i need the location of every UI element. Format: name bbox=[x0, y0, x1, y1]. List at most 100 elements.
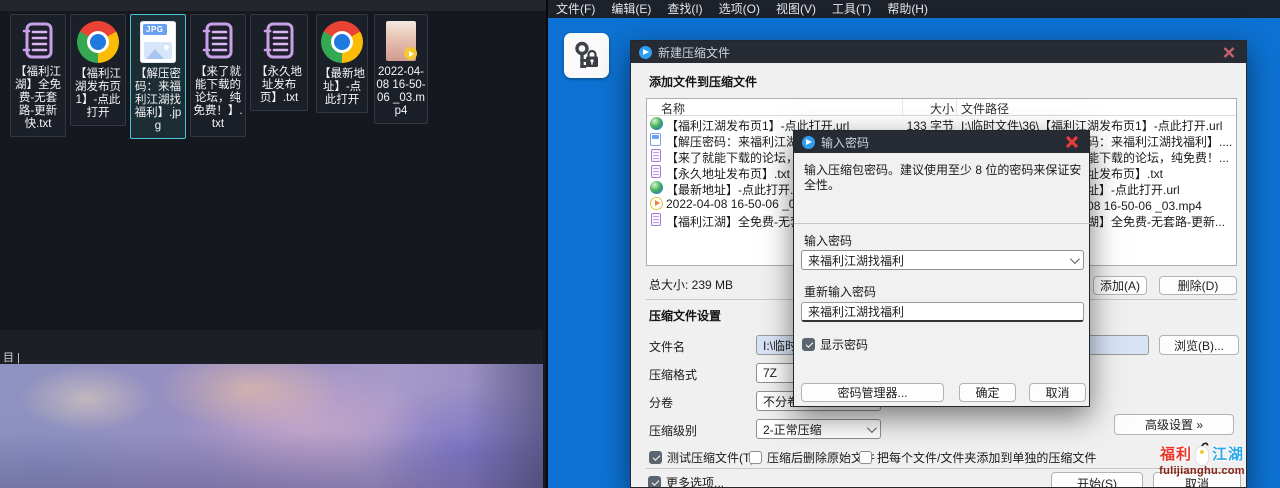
jpg-file-icon bbox=[650, 133, 661, 146]
desktop-background: 【福利江湖】全免费-无套路-更新快.txt【福利江湖发布页1】-点此打开JPG【… bbox=[0, 0, 546, 488]
url-file-icon bbox=[650, 117, 663, 130]
close-icon[interactable] bbox=[1063, 134, 1081, 150]
password-manager-button[interactable]: 密码管理器... bbox=[801, 383, 944, 402]
option-checkbox[interactable]: 压缩后删除原始文件 bbox=[749, 449, 875, 466]
screen: 【福利江湖】全免费-无套路-更新快.txt【福利江湖发布页1】-点此打开JPG【… bbox=[0, 0, 1280, 488]
option-checkbox-label: 把每个文件/文件夹添加到单独的压缩文件 bbox=[877, 449, 1096, 466]
desktop-top-strip bbox=[0, 0, 546, 11]
combobox-value: 7Z bbox=[763, 366, 777, 380]
menu-item[interactable]: 视图(V) bbox=[768, 0, 824, 18]
desktop-icon-label: 【最新地址】-点此打开 bbox=[318, 68, 366, 107]
desktop-icon-label: 【永久地址发布页】.txt bbox=[252, 66, 306, 105]
chrome-icon bbox=[77, 21, 119, 63]
menu-item[interactable]: 选项(O) bbox=[711, 0, 768, 18]
option-checkbox[interactable]: 把每个文件/文件夹添加到单独的压缩文件 bbox=[859, 449, 1096, 466]
password-key-icon[interactable] bbox=[564, 33, 609, 78]
column-separator[interactable] bbox=[902, 99, 903, 115]
desktop-icon[interactable]: 【永久地址发布页】.txt bbox=[250, 14, 308, 111]
desktop-icon[interactable]: 【来了就能下载的论坛，纯免费！】.txt bbox=[190, 14, 246, 137]
more-options-checkbox[interactable]: 更多选项... bbox=[648, 474, 724, 488]
add-button[interactable]: 添加(A) bbox=[1093, 276, 1147, 295]
password-cancel-button[interactable]: 取消 bbox=[1029, 383, 1086, 402]
media-player-title: 目 | bbox=[3, 349, 20, 365]
column-size[interactable]: 大小 bbox=[906, 100, 954, 117]
column-separator[interactable] bbox=[956, 99, 957, 115]
field-label: 压缩格式 bbox=[649, 366, 697, 383]
menu-item[interactable]: 查找(I) bbox=[659, 0, 710, 18]
password-combobox[interactable]: 来福利江湖找福利 bbox=[801, 250, 1084, 270]
password-hint-text: 输入压缩包密码。建议使用至少 8 位的密码来保证安全性。 bbox=[804, 163, 1084, 193]
menu-item[interactable]: 编辑(E) bbox=[603, 0, 659, 18]
url-file-icon bbox=[650, 181, 663, 194]
combobox-value: 2-正常压缩 bbox=[763, 421, 822, 438]
option-checkbox-label: 测试压缩文件(T) bbox=[667, 449, 754, 466]
video-thumbnail bbox=[386, 21, 416, 61]
jpg-badge-label: JPG bbox=[143, 24, 167, 35]
dialog-title: 新建压缩文件 bbox=[658, 44, 730, 61]
desktop-icon-label: 【福利江湖】全免费-无套路-更新快.txt bbox=[12, 66, 64, 131]
enter-password-titlebar[interactable]: 输入密码 bbox=[794, 131, 1089, 153]
site-watermark: 福利 江湖 fulijianghu.com bbox=[1152, 440, 1252, 477]
reenter-password-input[interactable] bbox=[801, 302, 1084, 322]
file-list-header[interactable]: 名称 大小 文件路径 bbox=[647, 99, 1236, 116]
jpg-file-icon: JPG bbox=[140, 21, 176, 63]
checkbox-unchecked-icon[interactable] bbox=[859, 451, 872, 464]
delete-button[interactable]: 删除(D) bbox=[1159, 276, 1237, 295]
field-combobox[interactable]: 2-正常压缩 bbox=[756, 419, 881, 439]
dialog-title: 输入密码 bbox=[821, 134, 869, 151]
close-icon[interactable] bbox=[1220, 44, 1238, 60]
key-lock-icon bbox=[572, 40, 602, 72]
text-file-icon bbox=[260, 21, 298, 61]
checkbox-checked-icon[interactable] bbox=[802, 338, 815, 351]
add-files-section-label: 添加文件到压缩文件 bbox=[649, 73, 757, 90]
option-checkbox[interactable]: 测试压缩文件(T) bbox=[649, 449, 754, 466]
mouse-icon bbox=[1192, 440, 1212, 467]
text-file-icon bbox=[199, 21, 237, 61]
menu-item[interactable]: 工具(T) bbox=[824, 0, 879, 18]
menu-item[interactable]: 帮助(H) bbox=[879, 0, 936, 18]
chevron-down-icon[interactable] bbox=[867, 423, 877, 433]
desktop-icon[interactable]: 【福利江湖发布页1】-点此打开 bbox=[70, 14, 126, 126]
desktop-icon[interactable]: 2022-04-08 16-50-06 _03.mp4 bbox=[374, 14, 428, 124]
watermark-domain: fulijianghu.com bbox=[1152, 465, 1252, 477]
desktop-icon-label: 2022-04-08 16-50-06 _03.mp4 bbox=[376, 66, 426, 118]
menu-bar: 文件(F)编辑(E)查找(I)选项(O)视图(V)工具(T)帮助(H) bbox=[548, 0, 1280, 18]
play-icon bbox=[404, 47, 417, 60]
start-button[interactable]: 开始(S) bbox=[1051, 472, 1143, 488]
archive-settings-section-label: 压缩文件设置 bbox=[649, 307, 721, 324]
column-path[interactable]: 文件路径 bbox=[961, 100, 1009, 117]
advanced-settings-button[interactable]: 高级设置 » bbox=[1114, 414, 1234, 435]
watermark-brand-right: 江湖 bbox=[1212, 443, 1244, 464]
new-archive-titlebar[interactable]: 新建压缩文件 bbox=[631, 41, 1246, 63]
divider bbox=[794, 223, 1091, 224]
column-name[interactable]: 名称 bbox=[661, 100, 685, 117]
ok-button[interactable]: 确定 bbox=[959, 383, 1016, 402]
video-preview[interactable] bbox=[0, 364, 543, 488]
checkbox-unchecked-icon[interactable] bbox=[749, 451, 762, 464]
text-file-icon bbox=[19, 21, 57, 61]
checkbox-checked-icon[interactable] bbox=[649, 451, 662, 464]
desktop-icon[interactable]: 【福利江湖】全免费-无套路-更新快.txt bbox=[10, 14, 66, 137]
desktop-icon[interactable]: JPG【解压密码：来福利江湖找福利】.jpg bbox=[130, 14, 186, 139]
desktop-icon[interactable]: 【最新地址】-点此打开 bbox=[316, 14, 368, 113]
divider bbox=[646, 468, 1237, 469]
browse-button[interactable]: 浏览(B)... bbox=[1159, 335, 1239, 355]
field-label: 分卷 bbox=[649, 394, 673, 411]
field-label: 文件名 bbox=[649, 338, 685, 355]
txt-file-icon bbox=[651, 213, 661, 226]
password-value: 来福利江湖找福利 bbox=[808, 252, 904, 269]
show-password-label: 显示密码 bbox=[820, 336, 868, 353]
desktop-icon-label: 【福利江湖发布页1】-点此打开 bbox=[72, 68, 124, 120]
checkbox-checked-icon[interactable] bbox=[648, 476, 661, 488]
chrome-icon bbox=[321, 21, 363, 63]
menu-item[interactable]: 文件(F) bbox=[548, 0, 603, 18]
enter-password-dialog: 输入密码 输入压缩包密码。建议使用至少 8 位的密码来保证安全性。 输入密码 来… bbox=[793, 130, 1090, 407]
enter-password-label: 输入密码 bbox=[804, 232, 852, 249]
mp4-file-icon bbox=[650, 197, 663, 210]
show-password-checkbox[interactable]: 显示密码 bbox=[802, 336, 868, 353]
photo-thumbnail bbox=[144, 42, 172, 59]
field-label: 压缩级别 bbox=[649, 422, 697, 439]
app-logo-icon bbox=[802, 136, 815, 149]
chevron-down-icon[interactable] bbox=[1070, 254, 1080, 264]
txt-file-icon bbox=[651, 165, 661, 178]
